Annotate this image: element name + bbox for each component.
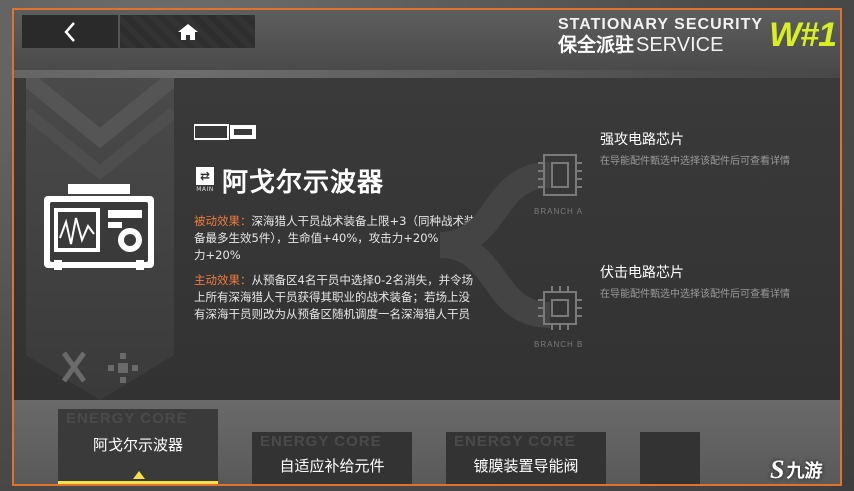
active-tab-caret [133, 471, 145, 479]
pattern-icon [108, 353, 138, 383]
branch-name: 伏击电路芯片 [600, 265, 684, 281]
tab-item-1[interactable]: ENERGY CORE 自适应补给元件 [252, 432, 412, 486]
passive-label: 被动效果： [194, 214, 252, 228]
branch-desc: 在导能配件甄选中选择该配件后可查看详情 [600, 289, 790, 300]
main-badge: ⇄ MAIN [196, 166, 214, 193]
active-label: 主动效果： [194, 273, 252, 287]
brand-line2: SERVICE [636, 34, 724, 56]
tab-bg-word: ENERGY CORE [260, 433, 382, 450]
brand-logo-block: STATIONARY SECURITY 保全派驻 SERVICE W#1 [557, 16, 837, 56]
watermark: S 九游 [770, 455, 822, 485]
watermark-text: 九游 [786, 461, 823, 482]
tab-label: 镀膜装置导能阀 [473, 456, 579, 475]
active-effect: 主动效果：从预备区4名干员中选择0-2名消失，并令场上所有深海猎人干员获得其职业… [194, 272, 479, 323]
oscilloscope-icon [44, 184, 154, 270]
brand-mark: W#1 [769, 16, 837, 54]
brand-cn: 保全派驻 [557, 34, 634, 56]
brand-line1: STATIONARY SECURITY [557, 16, 764, 33]
back-button[interactable] [22, 15, 120, 48]
back-arrow-icon [64, 21, 75, 42]
branch-tag: BRANCH A [534, 207, 583, 216]
home-button[interactable] [120, 15, 255, 48]
item-detail: ⇄ MAIN 阿戈尔示波器 被动效果：深海猎人干员战术装备上限+3（同种战术装备… [194, 124, 479, 323]
faction-icon [61, 351, 87, 383]
tab-label: 自适应补给元件 [279, 456, 385, 475]
nav-bar [22, 15, 255, 48]
branch-tag: BRANCH B [534, 340, 584, 349]
tab-item-partial[interactable] [640, 432, 700, 486]
tab-item-0[interactable]: ENERGY CORE 阿戈尔示波器 [58, 409, 218, 484]
item-title: 阿戈尔示波器 [222, 168, 385, 198]
chip-icon [538, 286, 582, 330]
tab-bg-word: ENERGY CORE [454, 433, 576, 450]
branch-desc: 在导能配件甄选中选择该配件后可查看详情 [600, 156, 790, 167]
tab-bg-word: ENERGY CORE [66, 410, 188, 427]
branch-name: 强攻电路芯片 [600, 132, 684, 148]
watermark-logo: S [770, 455, 785, 484]
tab-item-2[interactable]: ENERGY CORE 镀膜装置导能阀 [446, 432, 606, 486]
banner-emblems [60, 348, 150, 388]
passive-effect: 被动效果：深海猎人干员战术装备上限+3（同种战术装备最多生效5件），生命值+40… [194, 213, 479, 264]
chip-icon [538, 154, 582, 196]
item-series-tag [194, 124, 256, 140]
home-icon [177, 23, 198, 40]
tab-label: 阿戈尔示波器 [92, 435, 183, 454]
